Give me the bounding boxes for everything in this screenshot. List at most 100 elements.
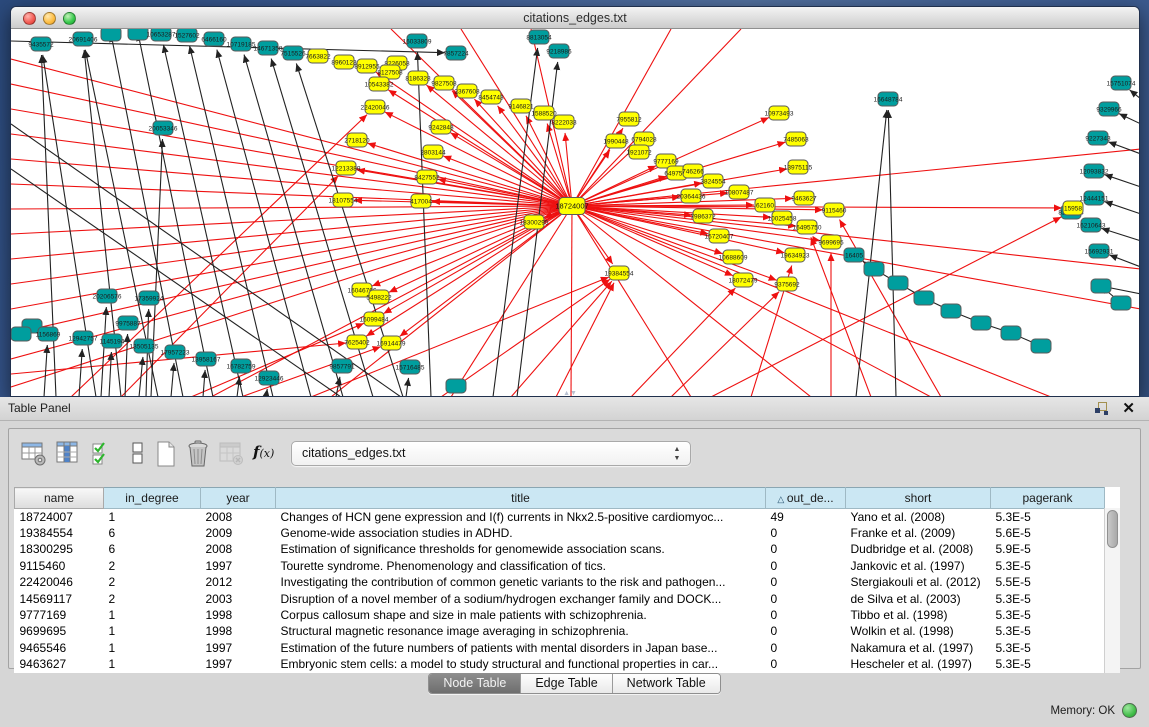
tab-node-table[interactable]: Node Table xyxy=(429,674,521,693)
graph-node[interactable]: 16495750 xyxy=(793,220,822,234)
graph-node[interactable]: 7625402 xyxy=(344,335,370,349)
graph-edge[interactable] xyxy=(441,279,610,397)
graph-node[interactable] xyxy=(1111,296,1131,310)
column-header-year[interactable]: year xyxy=(201,488,276,509)
graph-node[interactable]: 9242848 xyxy=(428,120,454,134)
graph-node[interactable]: 6466160 xyxy=(201,32,227,46)
graph-node[interactable]: 16648784 xyxy=(874,92,903,106)
graph-node[interactable]: 7955812 xyxy=(616,112,642,126)
select-all-columns-icon[interactable] xyxy=(89,439,119,469)
graph-edge[interactable] xyxy=(43,55,96,397)
graph-node[interactable]: 6794028 xyxy=(631,132,657,146)
table-settings-icon[interactable] xyxy=(19,439,49,469)
graph-node[interactable]: 5498222 xyxy=(366,290,392,304)
graph-edge[interactable] xyxy=(1104,202,1140,214)
graph-node[interactable]: 9827508 xyxy=(431,76,457,90)
graph-node[interactable]: 8912955 xyxy=(354,59,380,73)
graph-node[interactable]: 19634923 xyxy=(781,248,810,262)
graph-node[interactable]: 15751074 xyxy=(1107,76,1136,90)
delete-column-icon[interactable] xyxy=(183,439,213,469)
graph-node[interactable]: 9146821 xyxy=(508,99,534,113)
show-columns-icon[interactable] xyxy=(53,439,83,469)
graph-node[interactable]: 20206576 xyxy=(93,289,122,303)
graph-edge[interactable] xyxy=(572,206,691,397)
graph-node[interactable]: 417004 xyxy=(410,194,432,208)
graph-node[interactable]: 17359924 xyxy=(135,291,164,305)
graph-node[interactable] xyxy=(971,316,991,330)
graph-node[interactable]: 18107554 xyxy=(329,193,358,207)
graph-node[interactable]: 9375692 xyxy=(774,277,800,291)
window-titlebar[interactable]: citations_edges.txt xyxy=(11,7,1139,29)
graph-edge[interactable] xyxy=(572,206,931,397)
graph-node[interactable]: 2803144 xyxy=(420,145,446,159)
graph-node[interactable]: 8427552 xyxy=(414,170,440,184)
scrollbar-thumb[interactable] xyxy=(1107,510,1118,548)
graph-node[interactable] xyxy=(914,291,934,305)
table-row[interactable]: 969969511998Structural magnetic resonanc… xyxy=(15,623,1105,639)
graph-edge[interactable] xyxy=(1104,175,1140,187)
graph-node[interactable]: 9435572 xyxy=(28,37,54,51)
graph-node[interactable]: 16099484 xyxy=(360,312,389,326)
graph-node[interactable] xyxy=(864,262,884,276)
graph-node[interactable]: 7485063 xyxy=(783,132,809,146)
graph-node[interactable] xyxy=(888,276,908,290)
graph-node[interactable]: 9463627 xyxy=(791,191,817,205)
graph-node[interactable]: 1145194 xyxy=(100,334,125,348)
tab-network-table[interactable]: Network Table xyxy=(613,674,720,693)
graph-edge[interactable] xyxy=(266,389,267,397)
graph-node[interactable]: 20691406 xyxy=(69,32,98,46)
graph-node[interactable]: 10719185 xyxy=(227,37,256,51)
graph-node[interactable]: 9218986 xyxy=(546,44,572,58)
graph-node[interactable]: 20053346 xyxy=(149,121,178,135)
new-column-icon[interactable] xyxy=(151,439,181,469)
graph-node[interactable] xyxy=(101,29,121,41)
graph-edge[interactable] xyxy=(203,370,205,397)
graph-node[interactable] xyxy=(941,304,961,318)
graph-node[interactable]: 1527602 xyxy=(174,29,200,42)
graph-node[interactable]: 7515526 xyxy=(280,46,306,60)
graph-node[interactable]: 13975115 xyxy=(784,160,813,174)
graph-edge[interactable] xyxy=(671,292,779,397)
table-row[interactable]: 977716911998Corpus callosum shape and si… xyxy=(15,607,1105,623)
graph-edge[interactable] xyxy=(1109,255,1140,267)
column-header-short[interactable]: short xyxy=(846,488,991,509)
table-row[interactable]: 1872400712008Changes of HCN gene express… xyxy=(15,509,1105,525)
graph-node[interactable]: 9115460 xyxy=(822,203,847,217)
graph-edge[interactable] xyxy=(406,378,409,397)
table-row[interactable]: 1456911722003Disruption of a novel membe… xyxy=(15,590,1105,606)
graph-node[interactable]: 16405 xyxy=(844,248,864,262)
graph-edge[interactable] xyxy=(1119,114,1140,124)
graph-edge[interactable] xyxy=(572,206,1051,397)
graph-node[interactable]: 12444151 xyxy=(1080,191,1109,205)
graph-edge[interactable] xyxy=(237,377,240,397)
graph-node[interactable]: 1990448 xyxy=(603,134,629,148)
graph-edge[interactable] xyxy=(556,283,614,397)
graph-node[interactable]: 8222033 xyxy=(551,115,577,129)
graph-edge[interactable] xyxy=(151,139,163,397)
graph-node[interactable] xyxy=(11,327,31,341)
graph-edge[interactable] xyxy=(79,349,82,397)
graph-node[interactable]: 13958167 xyxy=(192,352,221,366)
graph-node[interactable]: 9699695 xyxy=(818,235,844,249)
graph-node[interactable] xyxy=(1001,326,1021,340)
column-header-out_degree[interactable]: △ out_de... xyxy=(766,488,846,509)
graph-node[interactable]: 9227343 xyxy=(1085,131,1111,145)
graph-edge[interactable] xyxy=(443,156,572,206)
graph-node[interactable]: 12093832 xyxy=(1080,164,1109,178)
graph-edge[interactable] xyxy=(511,281,612,397)
graph-node[interactable]: 9329966 xyxy=(1096,102,1122,116)
graph-edge[interactable] xyxy=(11,206,572,209)
graph-node[interactable]: 746266 xyxy=(682,164,704,178)
table-row[interactable]: 946554611997Estimation of the future num… xyxy=(15,640,1105,656)
graph-node[interactable]: 12213389 xyxy=(332,161,361,175)
graph-edge[interactable] xyxy=(1101,228,1140,241)
graph-node[interactable] xyxy=(446,379,466,393)
graph-node[interactable]: 10973493 xyxy=(765,106,794,120)
table-row[interactable]: 1938455462009Genome-wide association stu… xyxy=(15,525,1105,541)
graph-node[interactable]: 15716485 xyxy=(396,360,425,374)
graph-node[interactable]: 10025458 xyxy=(768,211,797,225)
graph-edge[interactable] xyxy=(139,357,143,397)
network-graph[interactable]: 9435572206914061065328715276026466160107… xyxy=(11,29,1140,397)
function-builder-icon[interactable]: f(x) xyxy=(253,443,274,461)
graph-node[interactable]: 2718120 xyxy=(344,133,370,147)
